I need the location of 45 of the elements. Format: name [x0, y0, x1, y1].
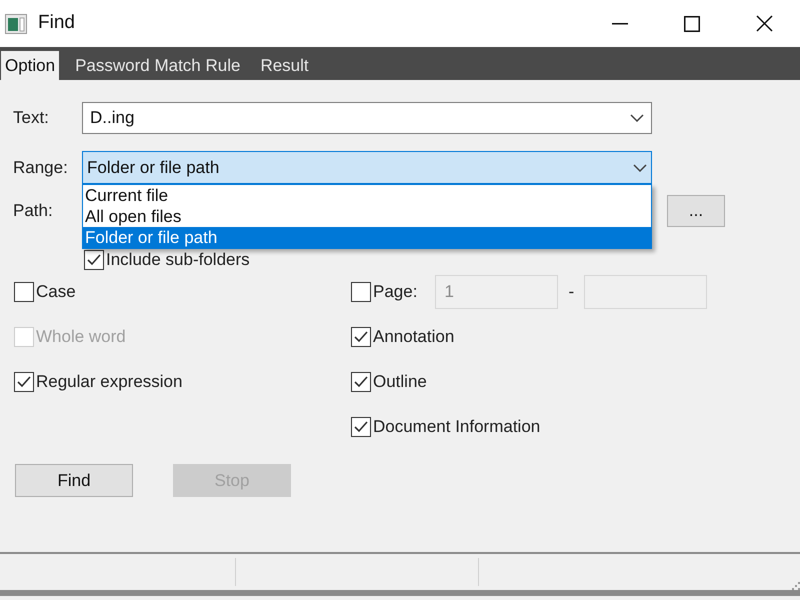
range-combobox[interactable]: Folder or file path	[82, 151, 652, 184]
window-title: Find	[38, 11, 75, 36]
app-icon	[5, 14, 27, 34]
maximize-icon	[684, 16, 700, 32]
checkmark-icon	[354, 331, 368, 343]
checkbox[interactable]	[84, 250, 104, 270]
checkbox[interactable]	[14, 282, 34, 302]
field-label: Text:	[12, 107, 50, 130]
page-to-field[interactable]	[584, 275, 708, 309]
range-separator: -	[568, 281, 574, 304]
checkbox-label: Annotation	[373, 326, 454, 348]
close-icon	[756, 15, 772, 32]
tab[interactable]: Result	[256, 51, 313, 80]
checkbox[interactable]	[351, 417, 371, 437]
field-label: Path:	[12, 200, 54, 222]
checkbox-label: Include sub-folders	[106, 249, 250, 272]
checkbox-label: Outline	[373, 371, 427, 394]
checkbox-label: Page:	[373, 281, 418, 304]
checkbox-label: Whole word	[36, 326, 126, 348]
dropdown-option[interactable]: Current file	[83, 185, 651, 206]
checkbox[interactable]	[351, 327, 371, 347]
checkmark-icon	[17, 376, 31, 388]
checkmark-icon	[354, 376, 368, 388]
checkbox[interactable]	[14, 372, 34, 392]
checkbox-label: Document Information	[373, 416, 540, 438]
field-label: Range:	[12, 156, 69, 179]
checkbox-label: Regular expression	[36, 371, 182, 394]
resize-grip-icon	[792, 582, 800, 590]
combobox-value: Folder or file path	[87, 156, 220, 179]
chevron-down-icon	[633, 164, 647, 172]
browse-button[interactable]: ...	[667, 195, 725, 227]
chevron-down-icon	[630, 114, 644, 122]
minimize-icon	[612, 22, 628, 24]
checkbox[interactable]	[351, 372, 371, 392]
checkmark-icon	[87, 254, 101, 266]
tab[interactable]: Password Match Rule	[71, 51, 244, 80]
combobox-value: D..ing	[90, 107, 136, 130]
tab[interactable]: Option	[1, 51, 60, 80]
checkbox[interactable]	[351, 282, 371, 302]
checkmark-icon	[354, 421, 368, 433]
dropdown-option[interactable]: All open files	[83, 206, 651, 227]
dropdown-option[interactable]: Folder or file path	[83, 227, 651, 248]
text-combobox[interactable]: D..ing	[82, 102, 652, 134]
action-button[interactable]: Find	[15, 464, 133, 497]
checkbox-label: Case	[36, 281, 76, 304]
